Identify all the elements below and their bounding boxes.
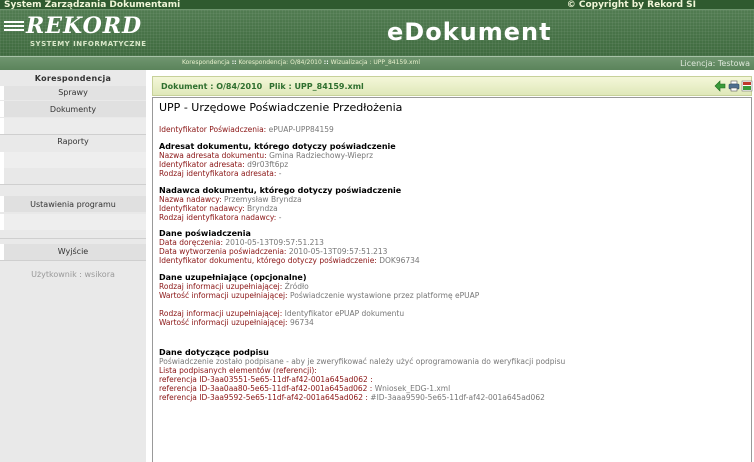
signed-elements-label: Lista podpisanych elementów (referencji)… [159, 366, 317, 375]
sidebar-row [0, 168, 146, 184]
field-value: Bryndza [247, 204, 278, 213]
sidebar-item-sprawy[interactable]: Sprawy [0, 87, 146, 99]
supplementary-type-row: Rodzaj informacji uzupełniającej: Identy… [159, 309, 753, 318]
creation-date-row: Data wytworzenia poświadczenia: 2010-05-… [159, 247, 753, 256]
print-icon[interactable] [728, 80, 740, 92]
field-label: Nazwa adresata dokumentu: [159, 151, 267, 160]
document-id-row: Identyfikator dokumentu, którego dotyczy… [159, 256, 753, 265]
addressee-name-row: Nazwa adresata dokumentu: Gmina Radziech… [159, 151, 753, 160]
sidebar-divider [0, 238, 146, 239]
field-label: Identyfikator nadawcy: [159, 204, 245, 213]
sidebar-row [0, 152, 146, 168]
sidebar-row [0, 118, 146, 134]
sidebar-item-logout[interactable]: Wyjście [0, 246, 146, 258]
document-view: UPP - Urzędowe Poświadczenie Przedłożeni… [152, 97, 752, 462]
sidebar-item-dokumenty[interactable]: Dokumenty [0, 104, 146, 116]
copyright-text: © Copyright by Rekord SI [566, 0, 696, 10]
field-value: 2010-05-13T09:57:51.213 [225, 238, 324, 247]
addressee-id-row: Identyfikator adresata: d9r03ft6pz [159, 160, 753, 169]
supplementary-type-row: Rodzaj informacji uzupełniającej: Źródło [159, 282, 753, 291]
breadcrumb-separator: :: [231, 59, 237, 66]
system-title: System Zarządzania Dokumentami [4, 0, 181, 10]
signature-reference-row: referencja ID-3aa0aa80-5e65-11df-af42-00… [159, 384, 753, 393]
company-logo: REKORD [26, 13, 143, 39]
field-label: referencja ID-3aa03551-5e65-11df-af42-00… [159, 375, 373, 384]
field-value: DOK96734 [379, 256, 420, 265]
field-label: Identyfikator Poświadczenia: [159, 125, 267, 134]
field-label: Nazwa nadawcy: [159, 195, 222, 204]
field-label: referencja ID-3aa0aa80-5e65-11df-af42-00… [159, 384, 373, 393]
field-value: Źródło [284, 282, 309, 291]
field-value: 96734 [289, 318, 314, 327]
file-name: Plik : UPP_84159.xml [269, 82, 364, 91]
signature-reference-row: referencja ID-3aa03551-5e65-11df-af42-00… [159, 375, 753, 384]
sender-name-row: Nazwa nadawcy: Przemysław Bryndza [159, 195, 753, 204]
sidebar-item-korespondencja[interactable]: Korespondencja [0, 73, 146, 85]
field-value: Przemysław Bryndza [224, 195, 302, 204]
app-header: System Zarządzania Dokumentami © Copyrig… [0, 0, 754, 56]
section-title-sender: Nadawca dokumentu, którego dotyczy poświ… [159, 186, 402, 195]
section-title-certification: Dane poświadczenia [159, 229, 251, 238]
field-label: Data wytworzenia poświadczenia: [159, 247, 287, 256]
field-label: Rodzaj identyfikatora adresata: [159, 169, 277, 178]
certificate-id-row: Identyfikator Poświadczenia: ePUAP-UPP84… [159, 125, 753, 134]
field-value: - [278, 213, 282, 222]
current-user: Użytkownik : wsikora [31, 270, 115, 279]
field-value: d9r03ft6pz [247, 160, 289, 169]
breadcrumb: Korespondencja:: Korespondencja: O/84/201… [182, 59, 420, 66]
field-value: 2010-05-13T09:57:51.213 [288, 247, 388, 256]
section-title-addressee: Adresat dokumentu, którego dotyczy poświ… [159, 142, 396, 151]
field-label: referencja ID-3aa9592-5e65-11df-af42-001… [159, 393, 368, 402]
logo-subtitle: SYSTEMY INFORMATYCZNE [30, 40, 147, 48]
field-label: Rodzaj identyfikatora nadawcy: [159, 213, 277, 222]
field-value: #ID-3aaa9590-5e65-11df-af42-001a645ad062 [370, 393, 545, 402]
app-title: eDokument [387, 18, 552, 46]
field-label: Wartość informacji uzupełniającej: [159, 318, 288, 327]
field-label: Rodzaj informacji uzupełniającej: [159, 282, 283, 291]
sidebar-divider [0, 184, 146, 185]
document-number: Dokument : O/84/2010 [161, 82, 263, 91]
field-value: Gmina Radziechowy-Wieprz [269, 151, 374, 160]
back-arrow-icon[interactable] [714, 80, 726, 92]
field-label: Identyfikator adresata: [159, 160, 245, 169]
sidebar-divider [0, 134, 146, 135]
supplementary-value-row: Wartość informacji uzupełniającej: Poświ… [159, 291, 753, 300]
breadcrumb-separator: :: [323, 59, 329, 66]
sidebar-row [0, 214, 146, 230]
sidebar: Korespondencja Sprawy Dokumenty Raporty … [0, 70, 146, 462]
field-label: Data doręczenia: [159, 238, 223, 247]
signature-note: Poświadczenie zostało podpisane - aby je… [159, 357, 566, 366]
breadcrumb-bar: Korespondencja:: Korespondencja: O/84/201… [0, 56, 754, 70]
document-heading: UPP - Urzędowe Poświadczenie Przedłożeni… [159, 101, 403, 114]
field-value: Identyfikator ePUAP dokumentu [284, 309, 405, 318]
delivery-date-row: Data doręczenia: 2010-05-13T09:57:51.213 [159, 238, 753, 247]
field-label: Rodzaj informacji uzupełniającej: [159, 309, 283, 318]
supplementary-value-row: Wartość informacji uzupełniającej: 96734 [159, 318, 753, 327]
logo-lines-icon [4, 21, 24, 33]
field-value: ePUAP-UPP84159 [268, 125, 334, 134]
signature-reference-row: referencja ID-3aa9592-5e65-11df-af42-001… [159, 393, 753, 402]
export-icon[interactable] [741, 80, 753, 92]
sidebar-divider [0, 260, 146, 261]
breadcrumb-item-korespondencja[interactable]: Korespondencja [182, 59, 230, 66]
sender-id-type-row: Rodzaj identyfikatora nadawcy: - [159, 213, 753, 222]
sidebar-item-raporty[interactable]: Raporty [0, 136, 146, 148]
breadcrumb-item-visualization: Wizualizacja : UPP_84159.xml [330, 59, 421, 66]
main-content: Dokument : O/84/2010 Plik : UPP_84159.xm… [146, 70, 754, 462]
addressee-id-type-row: Rodzaj identyfikatora adresata: - [159, 169, 753, 178]
licence-label: Licencja: Testowa [680, 59, 750, 68]
field-value: - [278, 169, 282, 178]
field-value: Poświadczenie wystawione przez platformę… [289, 291, 480, 300]
breadcrumb-item-document[interactable]: Korespondencja: O/84/2010 [239, 59, 322, 66]
field-label: Wartość informacji uzupełniającej: [159, 291, 288, 300]
field-label: Identyfikator dokumentu, którego dotyczy… [159, 256, 377, 265]
section-title-signature: Dane dotyczące podpisu [159, 348, 269, 357]
sender-id-row: Identyfikator nadawcy: Bryndza [159, 204, 753, 213]
section-title-supplementary: Dane uzupełniające (opcjonalne) [159, 273, 307, 282]
field-value: Wniosek_EDG-1.xml [374, 384, 451, 393]
sidebar-item-settings[interactable]: Ustawienia programu [0, 199, 146, 211]
document-toolbar: Dokument : O/84/2010 Plik : UPP_84159.xm… [152, 76, 753, 96]
